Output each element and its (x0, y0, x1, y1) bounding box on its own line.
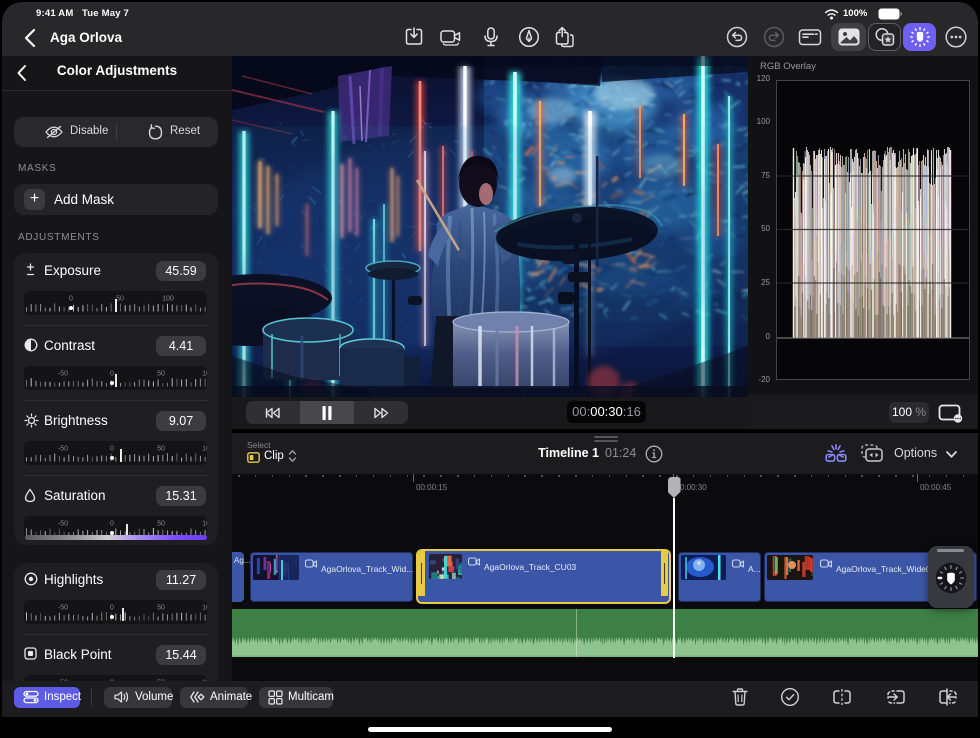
svg-text:-50: -50 (58, 371, 68, 378)
svg-text:-50: -50 (58, 605, 68, 612)
svg-text:100: 100 (202, 605, 207, 612)
svg-text:0: 0 (69, 296, 73, 303)
svg-text:-50: -50 (58, 446, 68, 453)
svg-text:50: 50 (157, 446, 165, 453)
svg-text:0: 0 (110, 446, 114, 453)
svg-text:50: 50 (157, 521, 165, 528)
svg-text:50: 50 (157, 371, 165, 378)
svg-text:0: 0 (110, 371, 114, 378)
svg-text:100: 100 (202, 446, 207, 453)
svg-text:50: 50 (157, 605, 165, 612)
svg-text:100: 100 (202, 521, 207, 528)
svg-text:0: 0 (110, 521, 114, 528)
svg-text:100: 100 (162, 296, 174, 303)
svg-text:100: 100 (202, 371, 207, 378)
svg-text:-50: -50 (58, 521, 68, 528)
svg-text:0: 0 (110, 605, 114, 612)
svg-text:50: 50 (116, 296, 124, 303)
